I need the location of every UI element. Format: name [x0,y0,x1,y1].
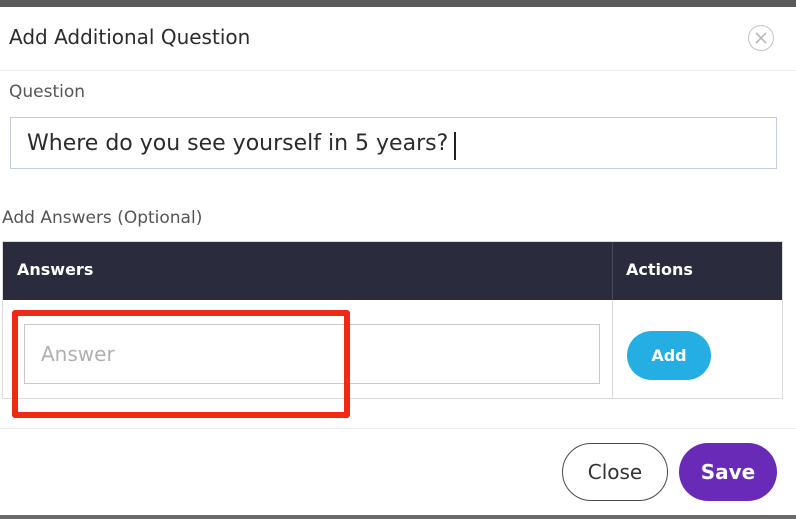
add-answer-button[interactable]: Add [627,331,711,380]
close-button[interactable]: Close [562,443,668,501]
dialog-title: Add Additional Question [9,25,251,49]
column-header-answers: Answers [17,260,94,279]
answer-input[interactable] [24,324,600,384]
question-input[interactable] [10,117,777,169]
close-icon[interactable] [748,25,774,51]
footer-divider [0,428,796,429]
table-header: Answers Actions [3,242,782,300]
header-divider [0,70,796,71]
backdrop-top [0,0,796,7]
close-x-glyph [755,32,767,44]
backdrop-bottom [0,515,796,519]
answers-section-label: Add Answers (Optional) [2,208,203,228]
save-button[interactable]: Save [679,443,777,501]
column-header-actions: Actions [626,260,693,279]
column-divider [612,242,613,300]
question-label: Question [9,82,86,102]
column-divider [612,300,613,398]
text-caret [454,132,456,160]
